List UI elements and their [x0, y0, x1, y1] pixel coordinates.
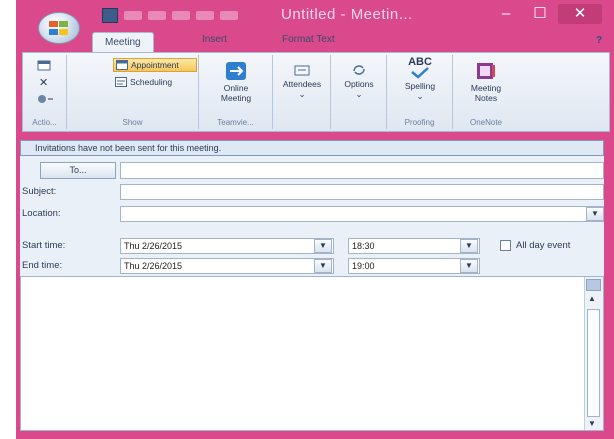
info-bar: Invitations have not been sent for this … [20, 140, 604, 156]
end-time-label: End time: [22, 260, 63, 271]
scroll-up-icon[interactable]: ▲ [588, 294, 596, 303]
subject-label: Subject: [22, 186, 57, 197]
group-show: Appointment Scheduling Show [67, 55, 199, 129]
previous-item-icon[interactable] [172, 11, 190, 20]
start-time-label: Start time: [22, 240, 66, 251]
tab-insert[interactable]: Insert [202, 34, 227, 45]
to-field[interactable] [120, 162, 604, 179]
to-button[interactable]: To... [40, 162, 116, 179]
window-title: Untitled - Meetin... [281, 6, 413, 23]
tab-meeting[interactable]: Meeting [92, 32, 154, 53]
attendees-button[interactable]: Attendees ⌄ [275, 63, 329, 99]
group-proofing: ABC Spelling ⌄ Proofing [387, 55, 453, 129]
start-time-dropdown[interactable]: ▼ [460, 239, 478, 253]
group-label-actions: Actio... [32, 118, 57, 127]
scheduling-icon [115, 77, 127, 87]
meeting-notes-label-2: Notes [474, 93, 498, 103]
group-teamviewer: Online Meeting Teamvie... [199, 55, 273, 129]
redo-icon[interactable] [148, 11, 166, 20]
spelling-icon: ABC [408, 56, 432, 68]
forward-icon[interactable] [36, 93, 56, 105]
group-label-show: Show [122, 118, 143, 127]
online-meeting-button[interactable]: Online Meeting [207, 61, 265, 103]
all-day-checkbox[interactable] [500, 240, 511, 251]
customize-toolbar-icon[interactable] [220, 11, 238, 20]
help-icon[interactable]: ? [596, 35, 602, 46]
next-item-icon[interactable] [196, 11, 214, 20]
attendees-icon [294, 65, 310, 76]
all-day-label: All day event [516, 240, 571, 251]
onenote-icon [477, 63, 495, 79]
delete-icon[interactable]: ✕ [39, 76, 48, 89]
appointment-button[interactable]: Appointment [113, 58, 197, 72]
location-field[interactable] [120, 206, 604, 222]
chevron-down-icon: ⌄ [298, 89, 306, 99]
appointment-label: Appointment [131, 60, 179, 70]
message-body[interactable]: ▲ ▼ [20, 276, 604, 431]
options-label: Options [344, 79, 374, 89]
chevron-down-icon: ⌄ [416, 91, 424, 101]
attendees-label: Attendees [282, 79, 322, 89]
maximize-button[interactable]: ☐ [526, 4, 554, 24]
checkmark-icon [411, 67, 429, 79]
spelling-button[interactable]: ABC Spelling ⌄ [391, 56, 449, 102]
meeting-notes-label-1: Meeting [470, 83, 502, 93]
ribbon: ✕ Actio... Appointment Scheduling Show O… [22, 52, 610, 132]
spelling-label: Spelling [404, 81, 436, 91]
group-label-teamviewer: Teamvie... [217, 118, 254, 127]
group-actions: ✕ Actio... [23, 55, 67, 129]
minimize-button[interactable]: – [492, 4, 520, 24]
options-button[interactable]: Options ⌄ [333, 63, 385, 99]
group-label-onenote: OneNote [469, 118, 503, 127]
scroll-thumb[interactable] [587, 309, 600, 417]
end-date-dropdown[interactable]: ▼ [314, 259, 332, 273]
close-button[interactable]: ✕ [558, 4, 602, 24]
vertical-scrollbar[interactable]: ▲ ▼ [584, 277, 603, 430]
ribbon-tabs: Meeting Insert Format Text ? [16, 32, 614, 53]
undo-icon[interactable] [124, 11, 142, 20]
title-bar: Untitled - Meetin... – ☐ ✕ [16, 0, 614, 32]
group-attendees: Attendees ⌄ [273, 55, 331, 129]
online-meeting-label-1: Online [223, 83, 249, 93]
chevron-down-icon: ⌄ [355, 89, 363, 99]
appointment-icon [116, 60, 128, 70]
scheduling-button[interactable]: Scheduling [115, 76, 197, 89]
start-date-field[interactable]: Thu 2/26/2015 [120, 238, 334, 254]
tab-format-text[interactable]: Format Text [282, 34, 335, 45]
location-dropdown[interactable]: ▼ [586, 207, 604, 221]
end-date-field[interactable]: Thu 2/26/2015 [120, 258, 334, 274]
recurrence-icon [353, 65, 365, 75]
ruler-toggle-icon[interactable] [586, 279, 601, 291]
group-options: Options ⌄ [331, 55, 387, 129]
subject-field[interactable] [120, 184, 604, 200]
online-meeting-label-2: Meeting [220, 93, 252, 103]
group-label-proofing: Proofing [404, 118, 435, 127]
calendar-icon[interactable] [37, 59, 51, 71]
teamviewer-icon [226, 62, 246, 80]
quick-access-toolbar [102, 8, 238, 23]
office-button[interactable] [38, 12, 80, 44]
scroll-down-icon[interactable]: ▼ [588, 419, 596, 428]
end-time-dropdown[interactable]: ▼ [460, 259, 478, 273]
meeting-notes-button[interactable]: Meeting Notes [457, 61, 515, 103]
scheduling-label: Scheduling [130, 77, 173, 87]
location-label: Location: [22, 208, 61, 219]
group-onenote: Meeting Notes OneNote [453, 55, 519, 129]
office-logo-icon [49, 21, 68, 35]
save-icon[interactable] [102, 8, 118, 23]
start-date-dropdown[interactable]: ▼ [314, 239, 332, 253]
